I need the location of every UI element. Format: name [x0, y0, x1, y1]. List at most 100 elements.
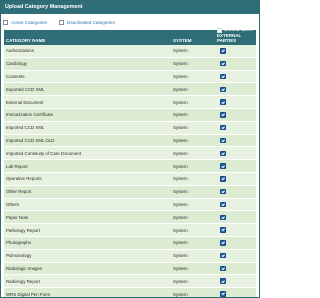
share-checkbox[interactable] — [220, 150, 226, 157]
category-name-cell: Authorizations — [6, 48, 34, 54]
category-name-cell: Lab Report — [6, 163, 28, 169]
system-cell: System — [173, 48, 188, 54]
system-cell: System — [173, 176, 188, 182]
table-row[interactable]: Paper Note System — [4, 211, 256, 225]
share-checkbox[interactable] — [220, 163, 226, 169]
share-checkbox[interactable] — [220, 86, 226, 93]
deactivated-categories-checkbox[interactable] — [59, 19, 65, 25]
table-row[interactable]: WRS Digital Pen Form System — [4, 288, 256, 297]
deactivated-categories-filter[interactable]: Deactivated Categories — [59, 19, 115, 25]
table-row[interactable]: Imported CCD XML OLD System — [4, 134, 256, 148]
category-name-cell: Radiology Report — [6, 278, 40, 284]
share-cell — [217, 201, 256, 208]
category-name-cell: External Document — [6, 99, 44, 105]
category-table: CATEGORY NAME SYSTEM SHARE WITH EXTERNAL… — [4, 27, 256, 297]
share-cell — [217, 188, 256, 195]
share-checkbox[interactable] — [220, 227, 226, 233]
table-row[interactable]: Cardiology System — [4, 57, 256, 71]
category-management-panel: Upload Category Management Active Catego… — [0, 0, 260, 298]
share-cell — [217, 278, 256, 284]
system-cell: System — [173, 253, 188, 259]
share-header-line1: SHARE WITH — [224, 27, 253, 33]
share-checkbox[interactable] — [220, 214, 226, 220]
share-cell — [217, 137, 256, 144]
share-cell — [217, 48, 256, 54]
share-checkbox[interactable] — [220, 137, 226, 144]
system-cell: System — [173, 112, 188, 118]
category-name-cell: Cardiology — [6, 61, 27, 67]
column-header-system[interactable]: SYSTEM — [173, 38, 217, 45]
system-cell: System — [173, 150, 188, 156]
category-name-cell: Imported CCD XML — [6, 125, 45, 131]
table-row[interactable]: Radiologic Images System — [4, 262, 256, 276]
system-cell: System — [173, 291, 188, 297]
share-cell — [217, 112, 256, 118]
category-name-cell: Consents — [6, 73, 25, 79]
share-cell — [217, 60, 256, 67]
table-row[interactable]: Imported Continuity of Care Document Syst… — [4, 147, 256, 161]
share-checkbox[interactable] — [220, 278, 226, 284]
table-row[interactable]: Photographs System — [4, 236, 256, 250]
share-cell — [217, 124, 256, 131]
share-cell — [217, 291, 256, 297]
category-name-cell: Others — [6, 201, 20, 207]
share-checkbox[interactable] — [220, 240, 226, 246]
table-row[interactable]: Pulmonology System — [4, 249, 256, 263]
share-cell — [217, 252, 256, 259]
table-row[interactable]: Pathology Report System — [4, 224, 256, 237]
system-cell: System — [173, 99, 188, 105]
category-name-cell: Pulmonology — [6, 253, 32, 259]
share-cell — [217, 86, 256, 93]
table-header: CATEGORY NAME SYSTEM SHARE WITH EXTERNAL… — [4, 27, 256, 45]
category-name-cell: Pathology Report — [6, 227, 40, 233]
table-body: Authorizations System Cardiology System Cons… — [4, 45, 256, 297]
share-checkbox[interactable] — [220, 291, 226, 297]
share-checkbox[interactable] — [220, 252, 226, 259]
column-header-category-name[interactable]: CATEGORY NAME — [4, 38, 173, 45]
table-row[interactable]: Other Report System — [4, 185, 256, 199]
table-row[interactable]: Authorizations System — [4, 45, 256, 58]
share-checkbox[interactable] — [220, 73, 226, 80]
deactivated-categories-label[interactable]: Deactivated Categories — [67, 20, 115, 25]
share-checkbox[interactable] — [220, 176, 226, 182]
table-row[interactable]: Imported CCD XML System — [4, 121, 256, 135]
share-cell — [217, 176, 256, 182]
share-cell — [217, 265, 256, 272]
category-name-cell: Operative Reports — [6, 176, 42, 182]
share-cell — [217, 73, 256, 80]
system-cell: System — [173, 265, 188, 271]
share-checkbox[interactable] — [220, 48, 226, 54]
select-all-share-checkbox[interactable] — [217, 27, 222, 33]
share-cell — [217, 214, 256, 220]
share-checkbox[interactable] — [220, 188, 226, 195]
table-row[interactable]: Lab Report System — [4, 160, 256, 173]
active-categories-label[interactable]: Active Categories — [11, 20, 47, 25]
category-name-cell: Imported Continuity of Care Document — [6, 150, 81, 156]
share-checkbox[interactable] — [220, 60, 226, 67]
system-cell: System — [173, 73, 188, 79]
system-cell: System — [173, 240, 188, 246]
category-name-cell: Photographs — [6, 240, 31, 246]
system-cell: System — [173, 189, 188, 195]
table-row[interactable]: Consents System — [4, 70, 256, 84]
share-checkbox[interactable] — [220, 99, 226, 105]
table-row[interactable]: Immunization Certificate System — [4, 108, 256, 122]
share-cell — [217, 150, 256, 157]
table-row[interactable]: External Document System — [4, 96, 256, 109]
share-checkbox[interactable] — [220, 112, 226, 118]
system-cell: System — [173, 61, 188, 67]
table-row[interactable]: Operative Reports System — [4, 172, 256, 186]
panel-title: Upload Category Management — [1, 1, 259, 14]
table-row[interactable]: Others System — [4, 198, 256, 212]
active-categories-filter[interactable]: Active Categories — [3, 19, 47, 25]
share-checkbox[interactable] — [220, 265, 226, 272]
system-cell: System — [173, 201, 188, 207]
share-checkbox[interactable] — [220, 201, 226, 208]
system-cell: System — [173, 163, 188, 169]
active-categories-checkbox[interactable] — [3, 19, 8, 25]
share-cell — [217, 99, 256, 105]
share-checkbox[interactable] — [220, 124, 226, 131]
table-row[interactable]: Exported CCD XML System — [4, 83, 256, 97]
table-row[interactable]: Radiology Report System — [4, 275, 256, 289]
system-cell: System — [173, 227, 188, 233]
